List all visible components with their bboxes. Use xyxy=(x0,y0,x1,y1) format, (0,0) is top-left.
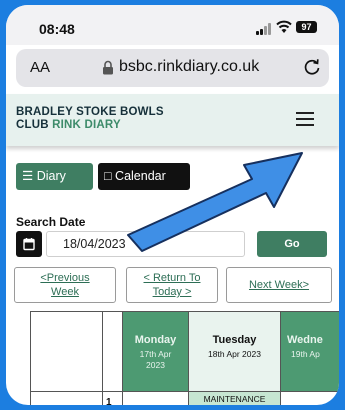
rink-header-cell xyxy=(31,312,102,392)
booking-cell[interactable]: MAINTENANCE xyxy=(189,392,280,405)
return-today-line2: Today > xyxy=(152,286,192,298)
monday-column: Monday 17th Apr 2023 xyxy=(123,312,189,405)
day-name: Tuesday xyxy=(212,334,257,346)
row-number: 1 xyxy=(106,397,112,405)
annotation-arrow-icon xyxy=(127,152,303,252)
search-date-label: Search Date xyxy=(16,215,86,229)
site-logo-line1[interactable]: BRADLEY STOKE BOWLS xyxy=(16,106,164,118)
diary-button-label: Diary xyxy=(36,169,66,183)
wednesday-column: Wedne 19th Ap xyxy=(281,312,339,405)
tuesday-header[interactable]: Tuesday 18th Apr 2023 xyxy=(189,312,280,392)
row-number-header-cell xyxy=(103,312,122,392)
battery-icon: 97 xyxy=(296,21,317,33)
day-name: Wedne xyxy=(287,334,323,346)
text-size-button[interactable]: AA xyxy=(30,59,50,76)
wifi-icon xyxy=(276,20,292,33)
lock-icon xyxy=(103,60,113,75)
diary-button[interactable]: ☰ Diary xyxy=(16,163,93,190)
next-week-label: Next Week> xyxy=(248,279,310,291)
day-date-line2: 2023 xyxy=(146,360,165,370)
site-logo-rink-diary: RINK DIARY xyxy=(52,119,121,131)
reload-icon[interactable] xyxy=(302,57,322,77)
signal-icon xyxy=(256,23,276,35)
previous-week-line1: <Previous xyxy=(40,272,90,284)
site-logo-line2[interactable]: CLUB RINK DIARY xyxy=(16,119,121,131)
wednesday-header[interactable]: Wedne 19th Ap xyxy=(281,312,339,392)
site-logo-club: CLUB xyxy=(16,119,49,131)
return-today-line1: < Return To xyxy=(143,272,201,284)
status-bar: 08:48 97 xyxy=(6,5,339,45)
date-picker-button[interactable] xyxy=(16,231,42,257)
diary-table: 1 Monday 17th Apr 2023 Tuesday 18th Apr … xyxy=(30,311,339,405)
previous-week-line2: Week xyxy=(51,286,79,298)
return-to-today-button[interactable]: < Return To Today > xyxy=(126,267,218,303)
phone-screen: 08:48 97 AA bsbc.rinkdiary.co.uk BRADLEY… xyxy=(6,5,339,405)
calendar-icon xyxy=(23,238,35,251)
monday-header[interactable]: Monday 17th Apr 2023 xyxy=(123,312,188,392)
next-week-button[interactable]: Next Week> xyxy=(226,267,332,303)
tuesday-column: Tuesday 18th Apr 2023 MAINTENANCE xyxy=(189,312,281,405)
day-date-line1: 19th Ap xyxy=(291,349,320,359)
address-bar[interactable]: AA bsbc.rinkdiary.co.uk xyxy=(16,49,329,87)
day-date-line1: 18th Apr 2023 xyxy=(208,349,261,359)
rink-column xyxy=(31,312,103,405)
hamburger-menu-icon[interactable] xyxy=(296,112,314,126)
day-date-line1: 17th Apr xyxy=(139,349,172,359)
calendar-icon: □ xyxy=(104,169,112,183)
day-name: Monday xyxy=(134,334,177,346)
list-icon: ☰ xyxy=(22,169,34,183)
url-text[interactable]: bsbc.rinkdiary.co.uk xyxy=(119,58,259,76)
row-number-column: 1 xyxy=(103,312,123,405)
status-time: 08:48 xyxy=(39,21,75,37)
previous-week-button[interactable]: <Previous Week xyxy=(14,267,116,303)
